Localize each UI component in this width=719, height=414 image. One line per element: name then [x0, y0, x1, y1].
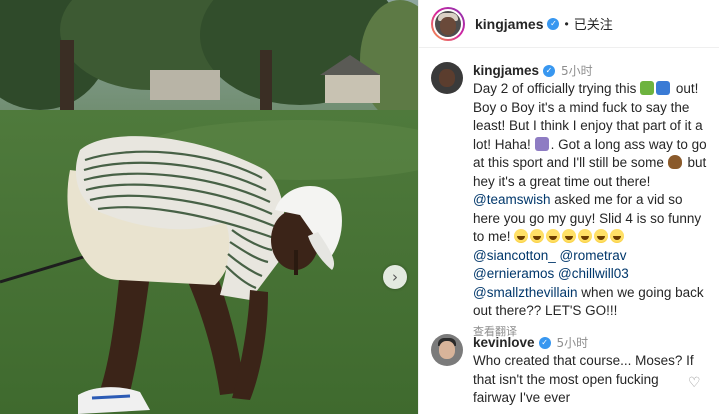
caption-text-part: Day 2 of officially trying this [473, 81, 637, 96]
verified-badge-icon: ✓ [543, 65, 556, 77]
mention-link[interactable]: @teamswish [473, 192, 550, 207]
post-details-panel: kingjames ✓ • 已关注 kingjames ✓ 5小时 Day 2 … [418, 0, 719, 414]
separator-dot: • [564, 16, 569, 31]
laughing-emoji-icon [546, 229, 561, 243]
heart-icon[interactable]: ♡ [688, 376, 702, 390]
next-photo-button[interactable]: › [383, 265, 407, 289]
mention-link[interactable]: @ernieramos [473, 266, 554, 281]
post-photo[interactable]: › [0, 0, 418, 414]
verified-badge-icon: ✓ [538, 337, 551, 349]
mention-link[interactable]: @siancotton_ [473, 248, 556, 263]
laughing-emoji-icon [530, 229, 545, 243]
laughing-emoji-icon [562, 229, 577, 243]
author-username[interactable]: kingjames [475, 16, 543, 32]
laughing-emoji-icon [610, 229, 625, 243]
commenter-avatar[interactable] [431, 334, 463, 366]
golfer-emoji-icon [656, 81, 671, 95]
laughing-emoji-icon [578, 229, 593, 243]
mention-link[interactable]: @rometrav [560, 248, 627, 263]
laughing-emoji-icon [594, 229, 609, 243]
laughing-emoji-icon [514, 229, 529, 243]
follow-status-button[interactable]: 已关注 [574, 14, 613, 33]
chevron-right-icon: › [392, 267, 398, 286]
shrug-emoji-icon [534, 136, 549, 151]
caption-text: Day 2 of officially trying this out! Boy… [473, 80, 707, 321]
caption: kingjames ✓ 5小时 Day 2 of officially tryi… [419, 48, 719, 341]
comment-text: Who created that course... Moses? If tha… [473, 353, 694, 405]
golf-photo [0, 0, 418, 414]
commenter-username[interactable]: kevinlove [473, 334, 535, 353]
mention-link[interactable]: @smallzthevillain [473, 285, 578, 300]
poop-emoji-icon [667, 155, 682, 169]
comment: kevinlove ✓ 5小时 Who created that course.… [419, 320, 713, 408]
caption-username[interactable]: kingjames [473, 62, 539, 81]
mention-link[interactable]: @chillwill03 [558, 266, 629, 281]
money-bag-emoji-icon [640, 81, 655, 95]
author-avatar[interactable] [431, 6, 465, 41]
comment-time: 5小时 [556, 335, 589, 350]
post-header: kingjames ✓ • 已关注 [419, 0, 719, 48]
caption-avatar[interactable] [431, 62, 463, 94]
verified-badge-icon: ✓ [547, 17, 560, 30]
caption-time: 5小时 [561, 63, 593, 78]
